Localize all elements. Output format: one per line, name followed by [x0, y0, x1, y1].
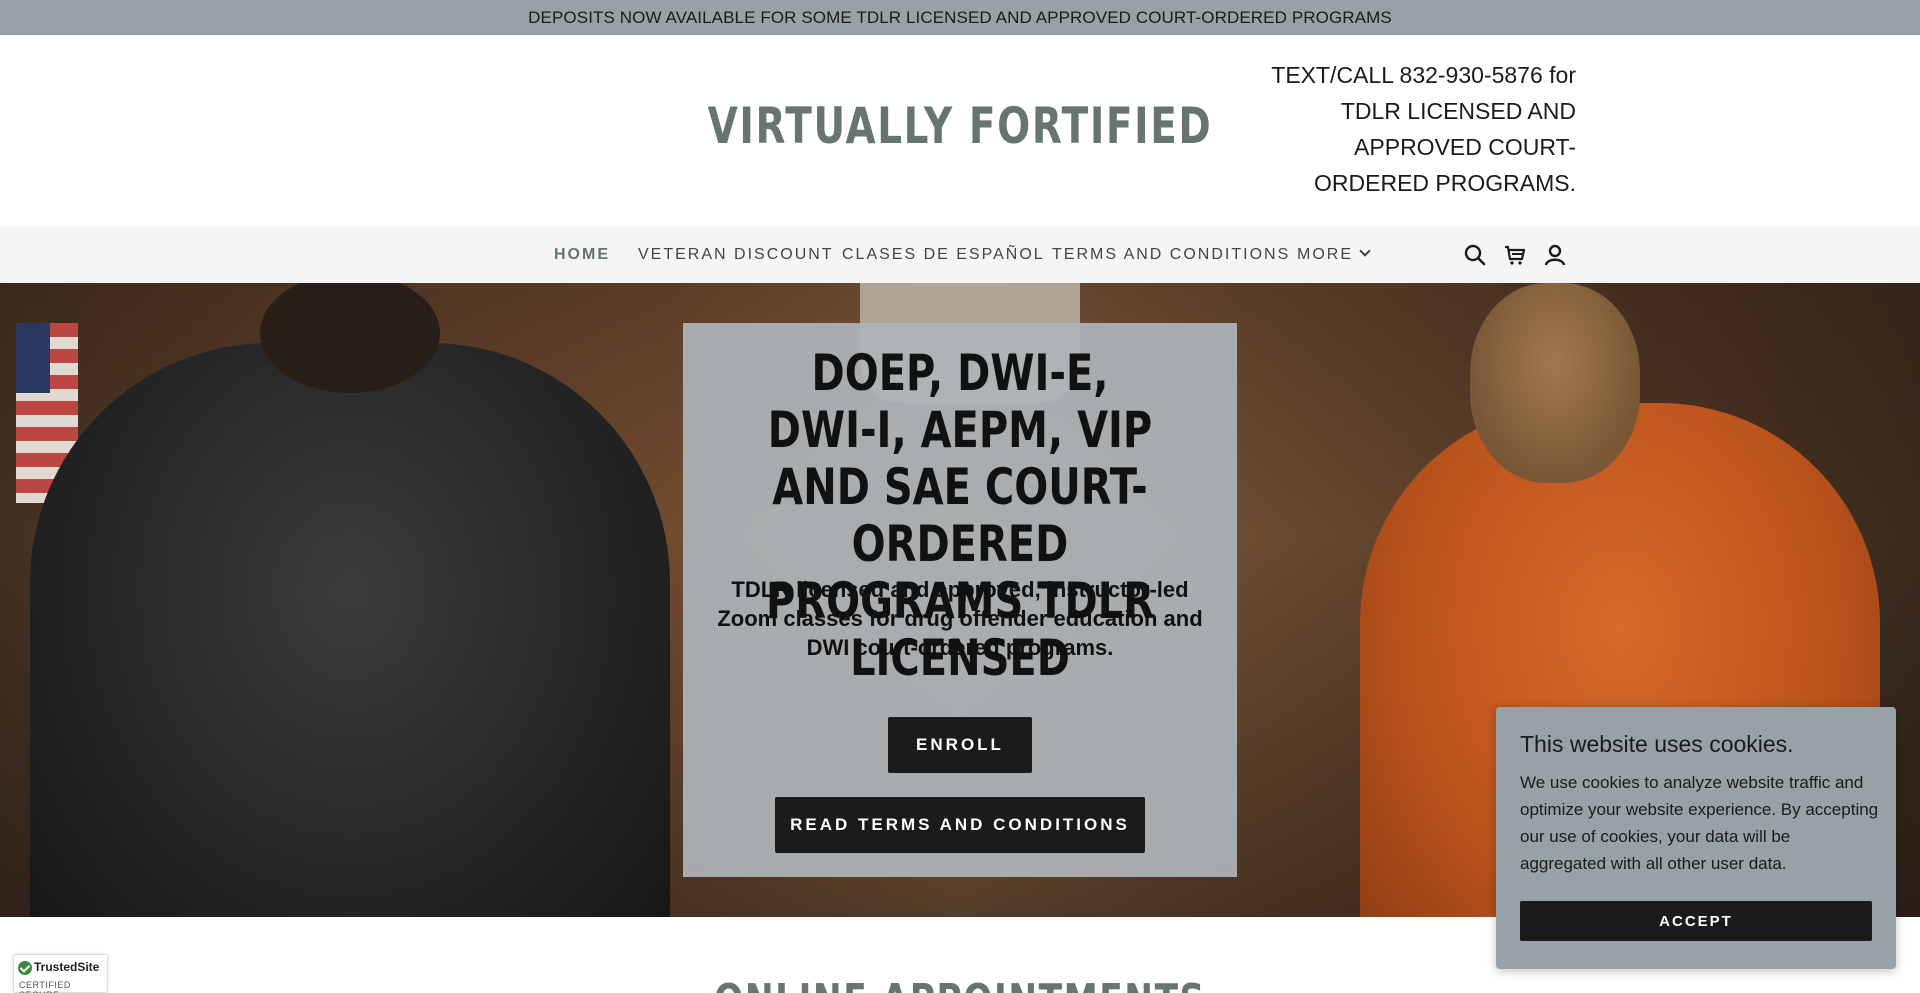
read-terms-button[interactable]: READ TERMS AND CONDITIONS [775, 797, 1145, 853]
cart-icon[interactable] [1503, 243, 1527, 267]
section-title: ONLINE APPOINTMENTS [211, 975, 1709, 993]
chevron-down-icon [1359, 245, 1371, 257]
cookie-banner: This website uses cookies. We use cookie… [1496, 707, 1896, 969]
site-header: VIRTUALLY FORTIFIED TEXT/CALL 832-930-58… [0, 35, 1920, 227]
badge-name: TrustedSite [34, 960, 100, 974]
badge-sub: CERTIFIED SECURE [19, 980, 71, 993]
check-icon [18, 961, 32, 975]
enroll-button[interactable]: ENROLL [888, 717, 1032, 773]
nav-item-veteran-discount[interactable]: VETERAN DISCOUNT [638, 246, 834, 264]
account-icon[interactable] [1543, 243, 1567, 267]
hero-subtitle: TDLR licensed and approved, instructor-l… [717, 577, 1203, 660]
cookie-text: We use cookies to analyze website traffi… [1520, 773, 1879, 873]
accept-button[interactable]: ACCEPT [1520, 901, 1872, 941]
nav-item-home[interactable]: HOME [554, 246, 610, 264]
nav-item-more[interactable]: MORE [1297, 245, 1371, 264]
nav-more-label: MORE [1297, 246, 1353, 263]
woman-head [1470, 283, 1640, 483]
nav-item-clases-de-espanol[interactable]: CLASES DE ESPAÑOL [842, 246, 1045, 264]
cookie-title: This website uses cookies. [1520, 731, 1794, 757]
contact-info: TEXT/CALL 832-930-5876 for TDLR LICENSED… [1271, 62, 1576, 196]
nav-item-terms-and-conditions[interactable]: TERMS AND CONDITIONS [1052, 246, 1290, 264]
announcement-text: DEPOSITS NOW AVAILABLE FOR SOME TDLR LIC… [528, 7, 1392, 27]
main-nav: HOME VETERAN DISCOUNT CLASES DE ESPAÑOL … [0, 227, 1920, 283]
hero-card: DOEP, DWI-E, DWI-I, AEPM, VIP AND SAE CO… [683, 323, 1237, 877]
announcement-bar: DEPOSITS NOW AVAILABLE FOR SOME TDLR LIC… [0, 0, 1920, 35]
man-figure [30, 343, 670, 917]
trustedsite-badge[interactable]: TrustedSite CERTIFIED SECURE [13, 954, 108, 993]
search-icon[interactable] [1463, 243, 1487, 267]
